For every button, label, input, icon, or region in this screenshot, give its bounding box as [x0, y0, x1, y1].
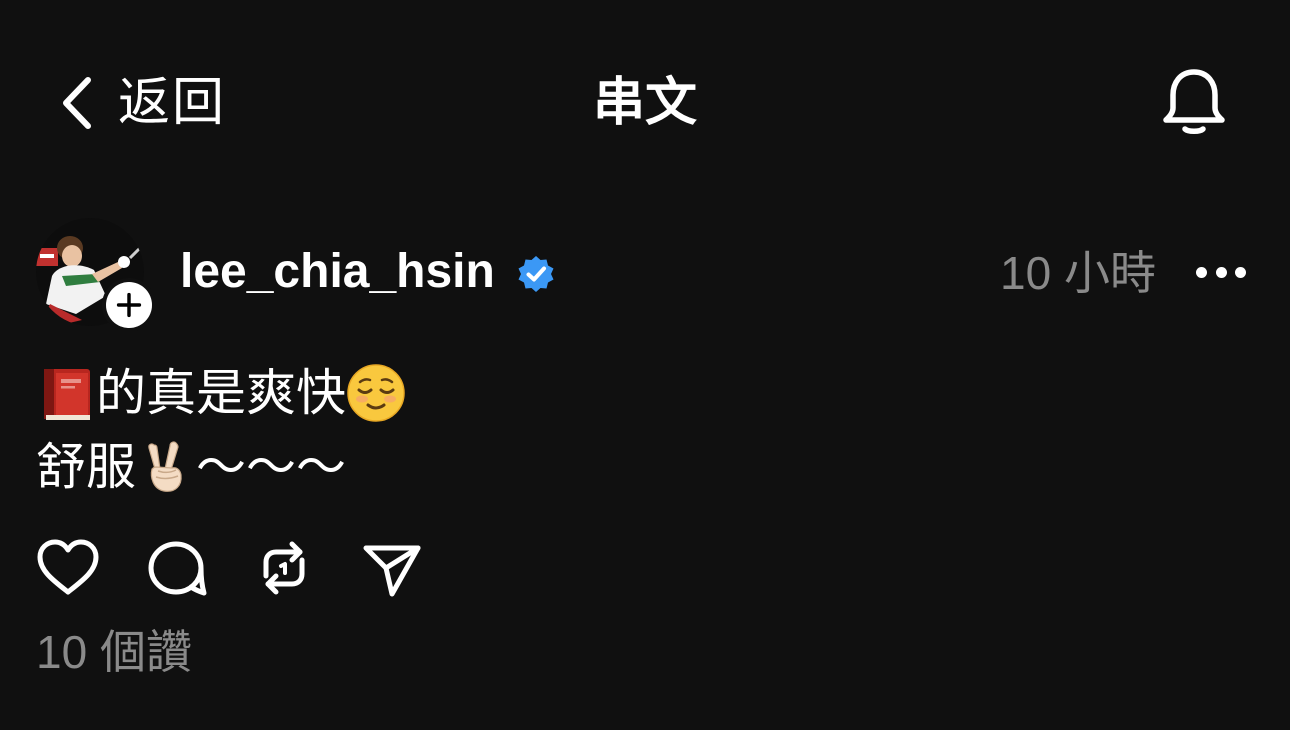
follow-button[interactable]: [102, 278, 156, 332]
more-dot-icon: [1196, 266, 1207, 278]
like-button[interactable]: [36, 536, 100, 600]
more-dot-icon: [1235, 266, 1246, 278]
share-button[interactable]: [360, 536, 424, 600]
post-text-line-1: 的真是爽快: [96, 365, 346, 421]
page-title: 串文: [592, 74, 697, 132]
post-line-1: 的真是爽快: [36, 356, 406, 430]
post-body: 的真是爽快 舒服 ～～～: [36, 356, 406, 504]
post-line-2: 舒服 ～～～: [36, 430, 406, 504]
post-timestamp: 10 小時: [1000, 247, 1156, 299]
thread-screen: 返回 串文 lee_chia_hsin 10 小時 的真是爽快 舒服 ～～～ 1…: [0, 0, 1290, 730]
comment-icon: [148, 541, 207, 596]
verified-badge-icon: [518, 256, 554, 292]
follow-badge: [106, 282, 152, 328]
like-count[interactable]: 10 個讚: [36, 622, 192, 682]
bell-icon: [1163, 69, 1225, 134]
relieved-face-emoji: [346, 363, 406, 423]
victory-hand-emoji: [136, 437, 196, 497]
post-text-line-2: 舒服: [36, 439, 136, 495]
more-options-button[interactable]: [1196, 250, 1246, 294]
notification-button[interactable]: [1158, 66, 1230, 138]
author-username[interactable]: lee_chia_hsin: [180, 242, 495, 302]
repost-icon: [263, 541, 305, 595]
post-text-tilde: ～～～: [196, 439, 346, 495]
post-actions-bar: [36, 536, 468, 600]
share-icon: [363, 545, 421, 597]
comment-button[interactable]: [144, 536, 208, 600]
top-nav-bar: 返回 串文: [0, 0, 1290, 200]
more-dot-icon: [1215, 266, 1227, 278]
repost-button[interactable]: [252, 536, 316, 600]
heart-icon: [37, 539, 99, 595]
plus-icon: [116, 292, 142, 318]
red-book-emoji: [36, 363, 96, 423]
